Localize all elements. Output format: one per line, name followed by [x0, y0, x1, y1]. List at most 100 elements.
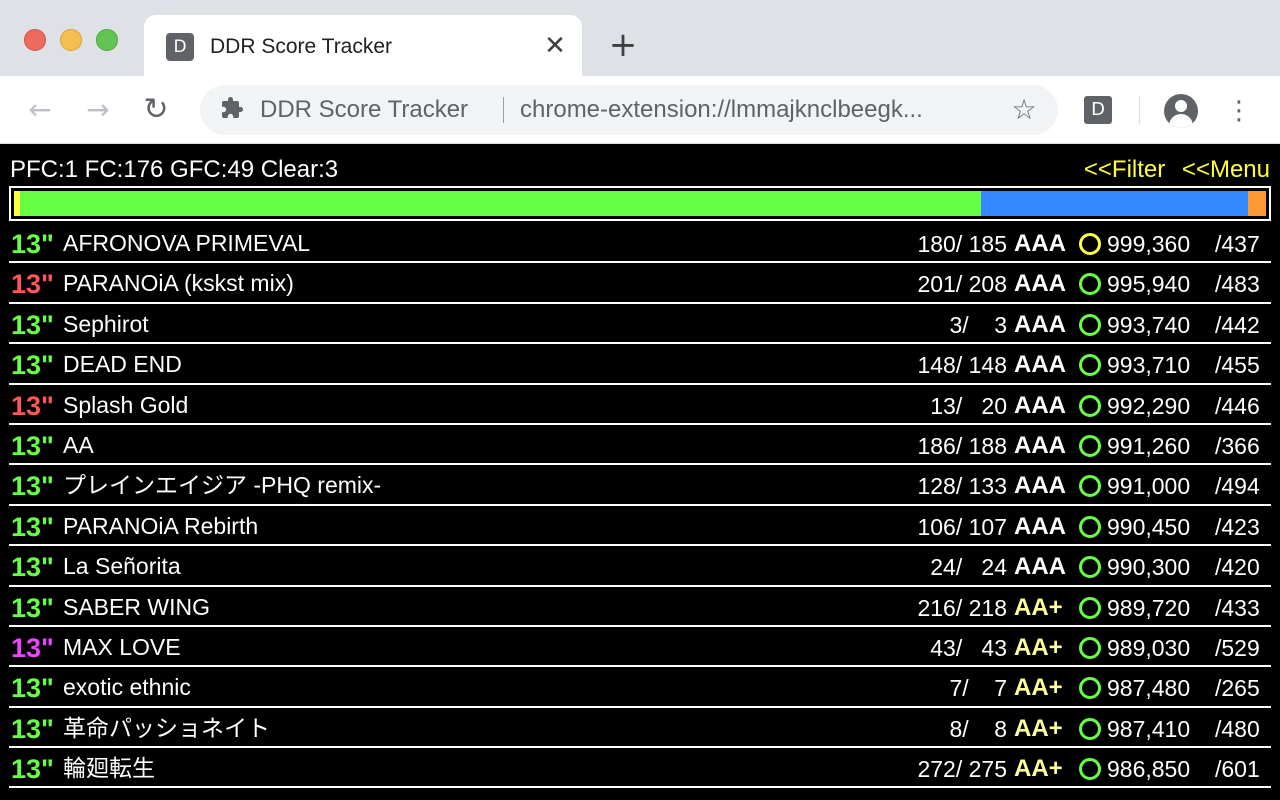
- score-value: 993,710: [1107, 352, 1191, 379]
- reload-icon[interactable]: ↻: [138, 92, 174, 128]
- table-row[interactable]: 13" AFRONOVA PRIMEVAL 180/ 185 AAA 999,360/4…: [9, 223, 1271, 264]
- song-title: La Señorita: [63, 553, 181, 580]
- rank-grade: AAA: [1014, 351, 1066, 379]
- score-value: 991,000: [1107, 473, 1191, 500]
- filter-link[interactable]: <<Filter: [1084, 156, 1165, 183]
- ex-score: 128/ 133: [917, 473, 1007, 500]
- clear-lamp-icon: [1079, 354, 1101, 377]
- bookmark-star-icon[interactable]: ☆: [1008, 95, 1040, 125]
- table-row[interactable]: 13" Splash Gold 13/ 20 AAA 992,290/446: [9, 385, 1271, 425]
- close-window-button[interactable]: [24, 29, 46, 51]
- menu-link[interactable]: <<Menu: [1182, 156, 1270, 183]
- ex-score: 180/ 185: [917, 231, 1007, 257]
- clear-lamp-icon: [1079, 313, 1101, 336]
- score-value: 987,480: [1107, 675, 1191, 702]
- table-row[interactable]: 13" Sephirot 3/ 3 AAA 993,740/442: [9, 304, 1271, 345]
- total-notes: /483: [1215, 271, 1260, 298]
- clear-lamp-icon: [1079, 515, 1101, 538]
- score-value: 987,410: [1107, 715, 1191, 742]
- puzzle-extension-icon[interactable]: [218, 96, 246, 124]
- table-row[interactable]: 13" プレインエイジア -PHQ remix- 128/ 133 AAA 991,00…: [9, 465, 1271, 506]
- clear-lamp-icon: [1079, 475, 1101, 498]
- song-level: 13": [11, 632, 54, 663]
- song-level: 13": [11, 309, 54, 340]
- table-row[interactable]: 13" 輪廻転生 272/ 275 AA+ 986,850/601: [9, 748, 1271, 789]
- ex-score: 13/ 20: [930, 392, 1007, 419]
- song-title: SABER WING: [63, 593, 210, 620]
- song-title: 革命パッショネイト: [63, 714, 270, 741]
- minimize-window-button[interactable]: [60, 29, 82, 51]
- tab-title: DDR Score Tracker: [210, 35, 393, 58]
- ex-score: 8/ 8: [949, 715, 1007, 742]
- clear-lamp-icon: [1079, 717, 1101, 740]
- ex-score: 43/ 43: [930, 634, 1007, 661]
- score-value: 989,720: [1107, 594, 1191, 621]
- maximize-window-button[interactable]: [96, 29, 118, 51]
- clear-lamp-icon: [1079, 636, 1101, 659]
- score-value: 989,030: [1107, 634, 1191, 661]
- table-row[interactable]: 13" PARANOiA Rebirth 106/ 107 AAA 990,450/42…: [9, 506, 1271, 547]
- song-title: Splash Gold: [63, 391, 189, 418]
- total-notes: /480: [1215, 715, 1260, 742]
- close-tab-icon[interactable]: ✕: [540, 31, 570, 61]
- ex-score: 7/ 7: [949, 675, 1007, 702]
- active-tab[interactable]: D DDR Score Tracker ✕: [144, 15, 582, 76]
- clear-lamp-icon: [1079, 596, 1101, 619]
- rank-grade: AAA: [1014, 431, 1066, 459]
- back-arrow-icon[interactable]: ←: [22, 92, 58, 128]
- table-row[interactable]: 13" SABER WING 216/ 218 AA+ 989,720/433: [9, 587, 1271, 627]
- toolbar-separator: [1139, 96, 1140, 124]
- song-title: Sephirot: [63, 310, 149, 337]
- ex-score: 201/ 208: [917, 271, 1007, 298]
- clear-lamp-icon: [1079, 394, 1101, 417]
- profile-avatar-icon[interactable]: [1164, 94, 1198, 128]
- table-row[interactable]: 13" 革命パッショネイト 8/ 8 AA+ 987,410/480: [9, 708, 1271, 749]
- omnibox-url[interactable]: chrome-extension://lmmajknclbeegk...: [520, 96, 990, 124]
- tab-strip: D DDR Score Tracker ✕ +: [0, 0, 1280, 76]
- song-score-list: 13" AFRONOVA PRIMEVAL 180/ 185 AAA 999,360/4…: [9, 223, 1271, 789]
- rank-grade: AA+: [1014, 755, 1063, 783]
- score-value: 990,300: [1107, 554, 1191, 581]
- rank-grade: AAA: [1014, 391, 1066, 419]
- table-row[interactable]: 13" MAX LOVE 43/ 43 AA+ 989,030/529: [9, 627, 1271, 668]
- clear-lamp-icon: [1079, 434, 1101, 457]
- score-value: 993,740: [1107, 311, 1191, 338]
- table-row[interactable]: 13" exotic ethnic 7/ 7 AA+ 987,480/265: [9, 667, 1271, 708]
- score-tracker-page: PFC:1 FC:176 GFC:49 Clear:3 <<Filter <<M…: [0, 145, 1280, 800]
- clear-lamp-icon: [1079, 273, 1101, 296]
- segment-fc: [980, 191, 1249, 216]
- browser-toolbar: ← → ↻ DDR Score Tracker chrome-extension…: [0, 76, 1280, 144]
- song-level: 13": [11, 552, 54, 583]
- score-value: 995,940: [1107, 271, 1191, 298]
- total-notes: /442: [1215, 311, 1260, 338]
- extension-favicon-icon: D: [166, 33, 194, 61]
- clear-lamp-icon: [1079, 677, 1101, 700]
- rank-grade: AAA: [1014, 270, 1066, 298]
- new-tab-button[interactable]: +: [606, 28, 640, 62]
- address-bar[interactable]: DDR Score Tracker chrome-extension://lmm…: [200, 85, 1058, 135]
- omnibox-site-name: DDR Score Tracker: [260, 96, 469, 123]
- avatar-body: [1169, 114, 1193, 128]
- clear-lamp-icon: [1079, 556, 1101, 579]
- ex-score: 272/ 275: [917, 756, 1007, 783]
- forward-arrow-icon[interactable]: →: [80, 92, 116, 128]
- ex-score: 216/ 218: [917, 594, 1007, 621]
- ex-score: 24/ 24: [930, 554, 1007, 581]
- table-row[interactable]: 13" DEAD END 148/ 148 AAA 993,710/455: [9, 344, 1271, 385]
- clear-summary: PFC:1 FC:176 GFC:49 Clear:3: [10, 156, 339, 183]
- segment-clear: [1248, 191, 1266, 216]
- table-row[interactable]: 13" PARANOiA (kskst mix) 201/ 208 AAA 995,94…: [9, 263, 1271, 304]
- song-level: 13": [11, 471, 54, 502]
- rank-grade: AA+: [1014, 593, 1063, 621]
- score-value: 999,360: [1107, 231, 1191, 257]
- header-links: <<Filter <<Menu: [1074, 155, 1270, 185]
- song-level: 13": [11, 430, 54, 461]
- table-row[interactable]: 13" La Señorita 24/ 24 AAA 990,300/420: [9, 546, 1271, 587]
- table-row[interactable]: 13" AA 186/ 188 AAA 991,260/366: [9, 425, 1271, 466]
- rank-grade: AAA: [1014, 230, 1066, 257]
- song-level: 13": [11, 390, 54, 421]
- song-level: 13": [11, 229, 54, 259]
- total-notes: /366: [1215, 432, 1260, 459]
- ddr-extension-icon[interactable]: D: [1084, 96, 1112, 124]
- kebab-menu-icon[interactable]: ⋮: [1224, 94, 1254, 128]
